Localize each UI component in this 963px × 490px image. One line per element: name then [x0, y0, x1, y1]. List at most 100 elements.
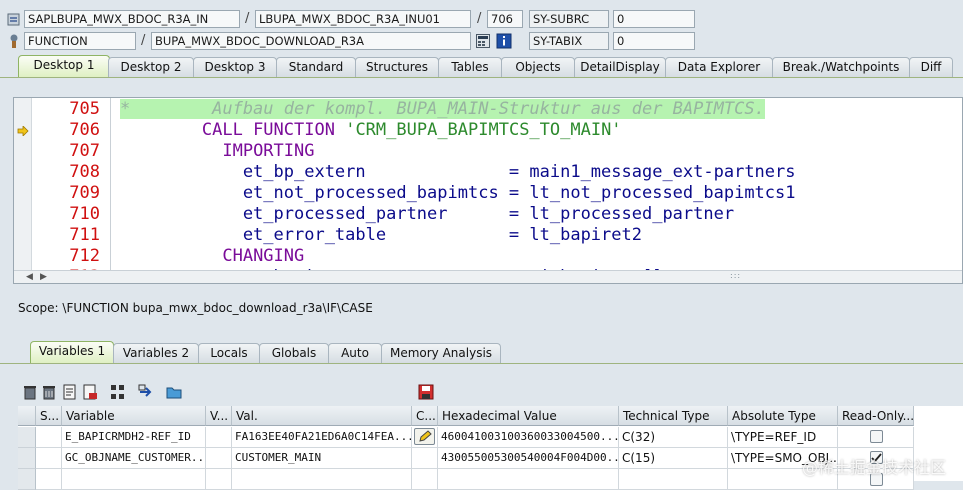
tab-variables-1[interactable]: Variables 1: [30, 341, 114, 363]
code-line[interactable]: et_processed_partner = lt_processed_part…: [120, 204, 734, 225]
cell-empty[interactable]: [62, 469, 206, 490]
cell-absolute-type: \TYPE=REF_ID: [728, 427, 838, 448]
cell-change[interactable]: [412, 427, 438, 448]
line-number: 710: [69, 204, 100, 224]
cell-technical-type: C(15): [619, 448, 728, 469]
tab-globals[interactable]: Globals: [259, 343, 329, 363]
cell-status: [36, 448, 62, 469]
cell-technical-type: C(32): [619, 427, 728, 448]
code-text: et_error_table = lt_bapiret2: [120, 225, 642, 245]
cell-change[interactable]: [412, 448, 438, 469]
tab-breakpoints-watchpoints[interactable]: Break./Watchpoints: [772, 57, 910, 77]
sy-subrc-value[interactable]: 0: [613, 10, 695, 28]
document-icon[interactable]: [62, 384, 78, 400]
separator: /: [477, 11, 482, 26]
column-header-value[interactable]: Val.: [232, 406, 412, 426]
source-code-editor[interactable]: 705 706 707 708 709 710 711 712 713 * Au…: [13, 97, 963, 284]
column-header-variable[interactable]: Variable: [62, 406, 206, 426]
cell-empty[interactable]: [619, 469, 728, 490]
cell-hex: 460041003100360033004500...: [438, 427, 619, 448]
variables-content-border: [0, 363, 963, 364]
tab-locals[interactable]: Locals: [198, 343, 260, 363]
code-line[interactable]: * Aufbau der kompl. BUPA_MAIN-Struktur a…: [120, 99, 765, 120]
tab-tables[interactable]: Tables: [438, 57, 502, 77]
grid-corner[interactable]: [18, 406, 36, 426]
row-selector[interactable]: [18, 427, 36, 448]
row-selector[interactable]: [18, 469, 36, 490]
include-field[interactable]: LBUPA_MWX_BDOC_R3A_INU01: [255, 10, 471, 28]
current-line-arrow-icon: [17, 125, 29, 139]
cell-variable[interactable]: GC_OBJNAME_CUSTOMER...: [62, 448, 206, 469]
horizontal-scrollbar[interactable]: ◀ ▶ :::: [14, 270, 962, 283]
program-field[interactable]: SAPLBUPA_MWX_BDOC_R3A_IN: [24, 10, 240, 28]
scroll-right-icon[interactable]: ▶: [40, 272, 47, 282]
tab-standard[interactable]: Standard: [276, 57, 356, 77]
code-keyword: CALL FUNCTION: [201, 120, 335, 140]
line-number: 707: [69, 141, 100, 161]
delete-all-icon[interactable]: [41, 384, 57, 400]
code-line[interactable]: et_error_table = lt_bapiret2: [120, 225, 642, 246]
cell-empty[interactable]: [232, 469, 412, 490]
column-header-hex[interactable]: Hexadecimal Value: [438, 406, 619, 426]
save-icon[interactable]: [418, 384, 434, 400]
cell-empty[interactable]: [36, 469, 62, 490]
cell-empty[interactable]: [206, 469, 232, 490]
line-number: 711: [69, 225, 100, 245]
tab-objects[interactable]: Objects: [501, 57, 575, 77]
code-string: 'CRM_BUPA_BAPIMTCS_TO_MAIN': [345, 120, 622, 140]
cell-v: [206, 427, 232, 448]
tab-auto[interactable]: Auto: [328, 343, 382, 363]
desktop-tabstrip: Desktop 1 Desktop 2 Desktop 3 Standard S…: [0, 55, 963, 77]
breakpoint-icon[interactable]: [6, 12, 22, 28]
edit-pencil-icon[interactable]: [414, 428, 435, 445]
code-line[interactable]: IMPORTING: [120, 141, 314, 162]
code-text: et_processed_partner = lt_processed_part…: [120, 204, 735, 224]
code-line[interactable]: et_not_processed_bapimtcs = lt_not_proce…: [120, 183, 796, 204]
tab-desktop-3[interactable]: Desktop 3: [193, 57, 277, 77]
read-only-checkbox[interactable]: [870, 430, 883, 443]
tab-desktop-1[interactable]: Desktop 1: [18, 55, 110, 77]
info-icon[interactable]: [496, 33, 512, 49]
cell-empty[interactable]: [438, 469, 619, 490]
sy-tabix-value[interactable]: 0: [613, 32, 695, 50]
tab-diff[interactable]: Diff: [909, 57, 953, 77]
column-header-absolute-type[interactable]: Absolute Type: [728, 406, 838, 426]
folder-icon[interactable]: [166, 384, 182, 400]
cell-value[interactable]: CUSTOMER_MAIN: [232, 448, 412, 469]
tab-data-explorer[interactable]: Data Explorer: [665, 57, 773, 77]
tab-detail-display[interactable]: DetailDisplay: [574, 57, 666, 77]
column-header-v[interactable]: V...: [206, 406, 232, 426]
line-number: 709: [69, 183, 100, 203]
column-header-technical-type[interactable]: Technical Type: [619, 406, 728, 426]
calculator-icon[interactable]: [475, 33, 491, 49]
tab-structures[interactable]: Structures: [355, 57, 439, 77]
code-line[interactable]: et_bp_extern = main1_message_ext-partner…: [120, 162, 796, 183]
line-number-field[interactable]: 706: [487, 10, 523, 28]
navigate-icon[interactable]: [138, 384, 154, 400]
document-save-icon[interactable]: [82, 384, 98, 400]
row-selector[interactable]: [18, 448, 36, 469]
object-type-field[interactable]: FUNCTION: [24, 32, 136, 50]
column-header-read-only[interactable]: Read-Only...: [838, 406, 914, 426]
column-header-change[interactable]: C...: [412, 406, 438, 426]
scroll-left-icon[interactable]: ◀: [26, 272, 33, 282]
separator: /: [141, 33, 146, 48]
tab-memory-analysis[interactable]: Memory Analysis: [381, 343, 501, 363]
column-header-status[interactable]: S...: [36, 406, 62, 426]
tab-variables-2[interactable]: Variables 2: [113, 343, 199, 363]
code-line[interactable]: CALL FUNCTION 'CRM_BUPA_BAPIMTCS_TO_MAIN…: [120, 120, 622, 141]
cell-value[interactable]: FA163EE40FA21ED6A0C14FEA...: [232, 427, 412, 448]
cell-variable[interactable]: E_BAPICRMDH2-REF_ID: [62, 427, 206, 448]
delete-icon[interactable]: [22, 384, 38, 400]
tab-desktop-2[interactable]: Desktop 2: [108, 57, 194, 77]
scroll-grip-icon[interactable]: :::: [730, 271, 741, 280]
tree-icon[interactable]: [110, 384, 126, 400]
function-name-field[interactable]: BUPA_MWX_BDOC_DOWNLOAD_R3A: [151, 32, 471, 50]
code-line[interactable]: CHANGING: [120, 246, 304, 267]
cell-read-only: [838, 427, 914, 448]
cell-empty[interactable]: [412, 469, 438, 490]
